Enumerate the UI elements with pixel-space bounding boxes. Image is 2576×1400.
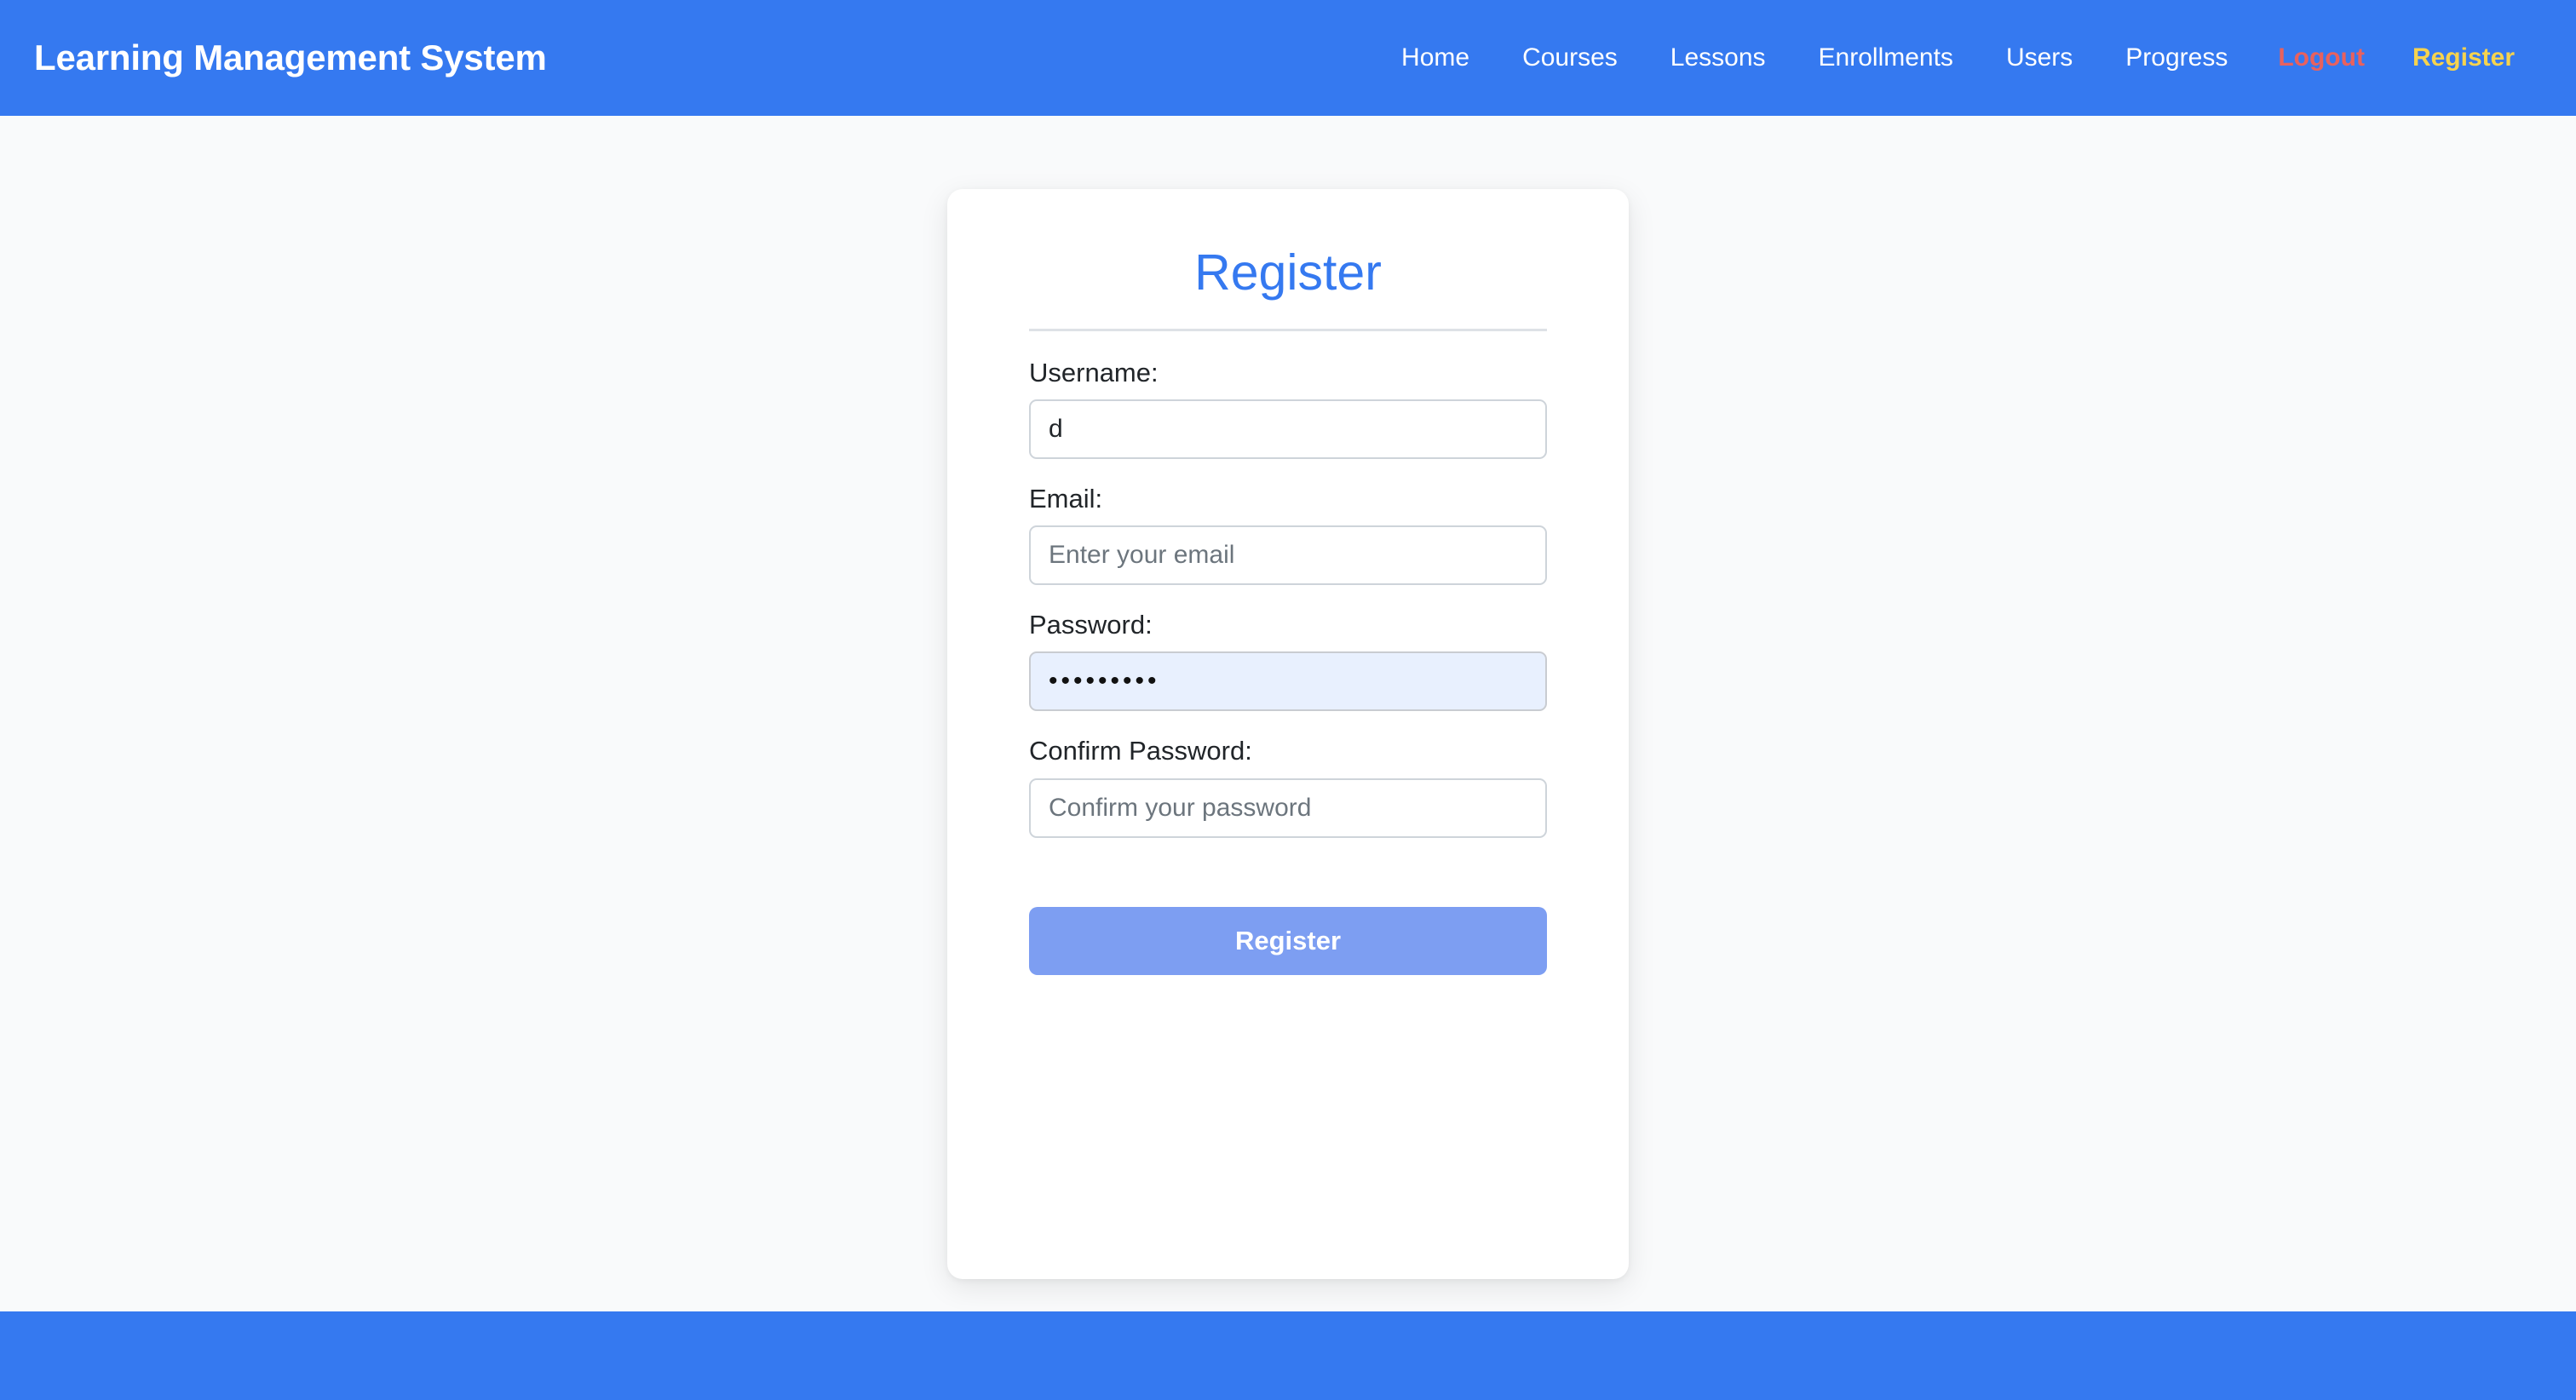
nav-link-courses[interactable]: Courses xyxy=(1496,43,1644,72)
register-card: Register Username: Email: Password: Confirm… xyxy=(947,189,1629,1279)
main-content: Register Username: Email: Password: Confirm… xyxy=(0,116,2576,1311)
footer-bar: HomeCoursesLessonsEnrollmentsUsersProgre… xyxy=(0,1311,2576,1400)
field-spacer xyxy=(1029,711,1547,735)
form-group-username: Username: xyxy=(1029,357,1547,460)
app-brand-title: Learning Management System xyxy=(34,37,547,77)
confirm-password-input[interactable] xyxy=(1029,777,1547,838)
nav-link-home[interactable]: Home xyxy=(1375,43,1496,72)
page-title: Register xyxy=(1194,244,1382,301)
label-email: Email: xyxy=(1029,484,1103,514)
field-spacer xyxy=(1029,838,1547,862)
nav-link-register[interactable]: Register xyxy=(2389,43,2539,72)
form-group-email: Email: xyxy=(1029,483,1547,586)
nav-link-users[interactable]: Users xyxy=(1980,43,2099,72)
top-navbar: Learning Management System Home Courses Le… xyxy=(0,0,2576,116)
title-divider xyxy=(1029,328,1547,331)
field-spacer xyxy=(1029,585,1547,609)
submit-spacer xyxy=(1029,862,1547,907)
password-input[interactable] xyxy=(1029,651,1547,712)
form-group-confirm-password: Confirm Password: xyxy=(1029,735,1547,838)
register-submit-button[interactable]: Register xyxy=(1029,906,1547,975)
label-password: Password: xyxy=(1029,610,1153,640)
register-form: Username: Email: Password: Confirm Password… xyxy=(1029,357,1547,975)
form-group-password: Password: xyxy=(1029,609,1547,712)
nav-link-lessons[interactable]: Lessons xyxy=(1644,43,1792,72)
primary-nav: Home Courses Lessons Enrollments Users Progre… xyxy=(1375,43,2539,72)
email-input[interactable] xyxy=(1029,525,1547,586)
label-confirm-password: Confirm Password: xyxy=(1029,736,1252,766)
nav-link-enrollments[interactable]: Enrollments xyxy=(1792,43,1980,72)
label-username: Username: xyxy=(1029,357,1159,387)
nav-link-progress[interactable]: Progress xyxy=(2099,43,2254,72)
nav-link-logout[interactable]: Logout xyxy=(2254,43,2389,72)
field-spacer xyxy=(1029,459,1547,483)
username-input[interactable] xyxy=(1029,399,1547,460)
